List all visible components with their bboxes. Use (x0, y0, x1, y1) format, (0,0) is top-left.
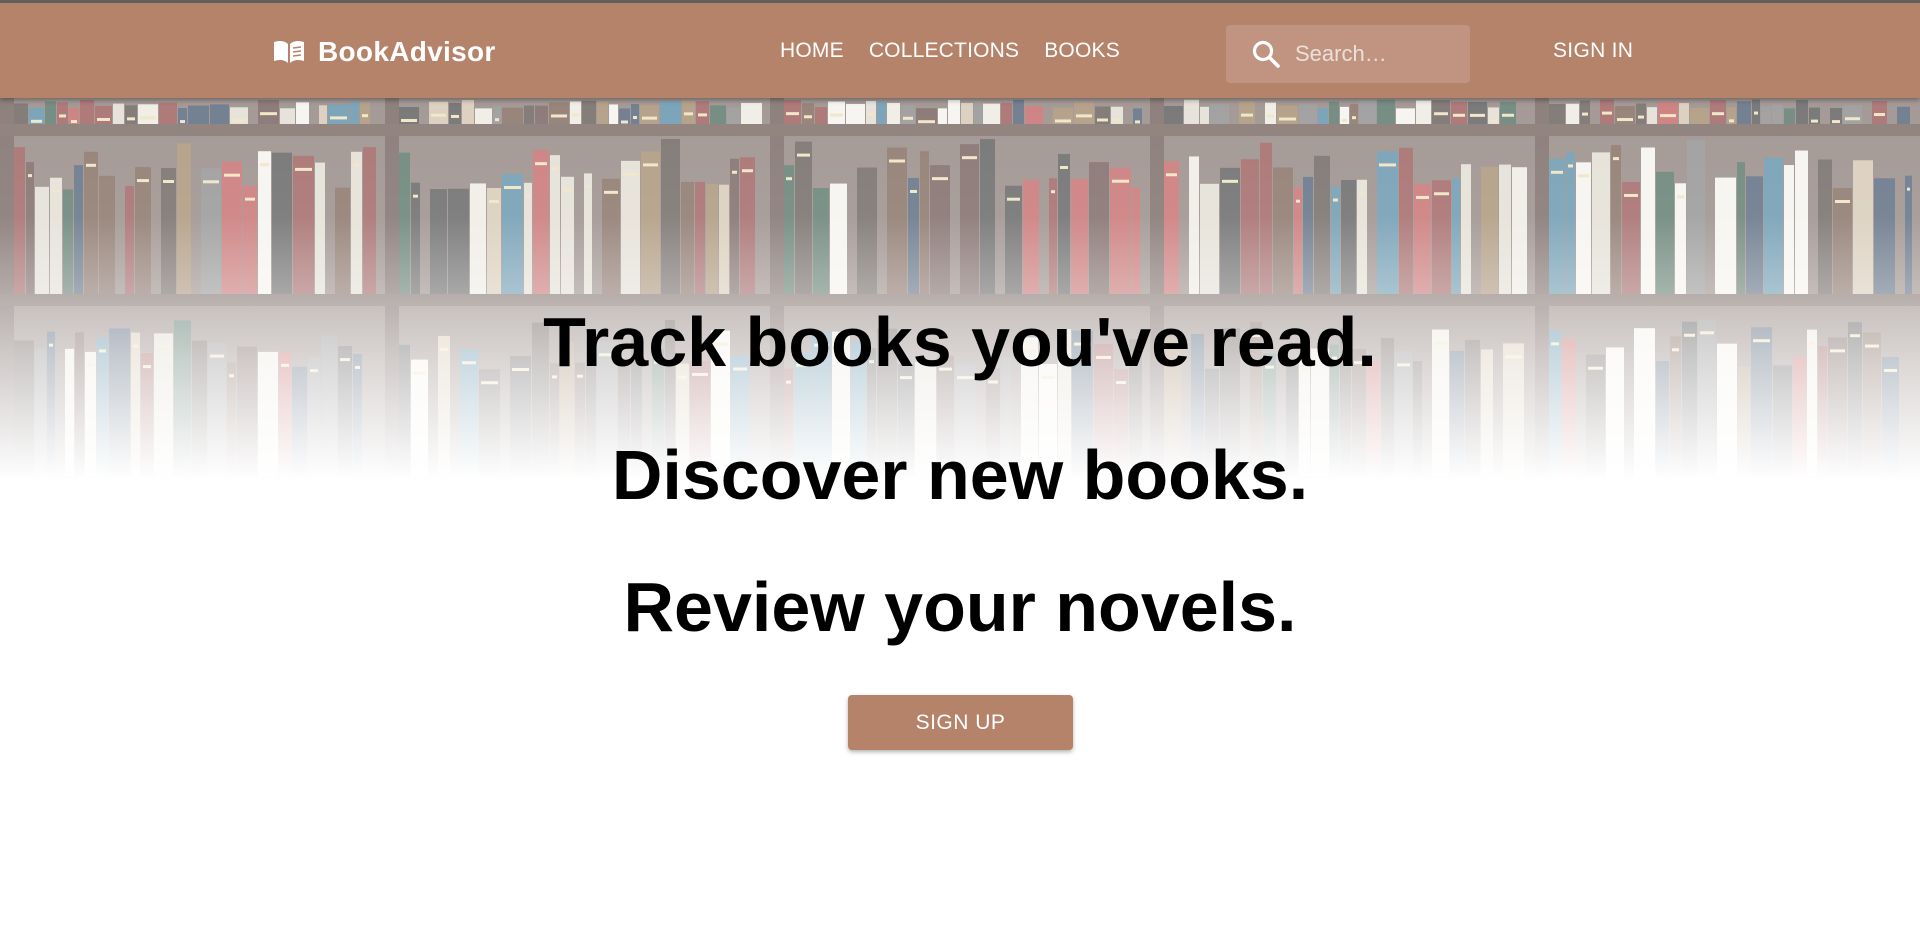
nav-collections-link[interactable]: COLLECTIONS (869, 39, 1019, 63)
headline-discover: Discover new books. (611, 436, 1309, 514)
hero-section: Track books you've read. Discover new bo… (0, 0, 1920, 940)
top-app-bar: BookAdvisor HOME COLLECTIONS BOOKS SIGN … (0, 0, 1920, 98)
brand-name: BookAdvisor (318, 36, 496, 67)
nav-books-link[interactable]: BOOKS (1044, 39, 1120, 63)
main-nav: HOME COLLECTIONS BOOKS (780, 39, 1120, 63)
headline-track: Track books you've read. (543, 303, 1377, 381)
search-icon[interactable] (1251, 39, 1281, 69)
search-box[interactable] (1226, 25, 1470, 83)
nav-home-link[interactable]: HOME (780, 39, 844, 63)
open-book-icon (272, 38, 306, 66)
search-input[interactable] (1295, 41, 1455, 67)
sign-in-button[interactable]: SIGN IN (1553, 39, 1633, 63)
brand-logo[interactable]: BookAdvisor (272, 34, 496, 70)
headline-review: Review your novels. (623, 568, 1297, 646)
sign-up-button[interactable]: SIGN UP (848, 695, 1073, 750)
